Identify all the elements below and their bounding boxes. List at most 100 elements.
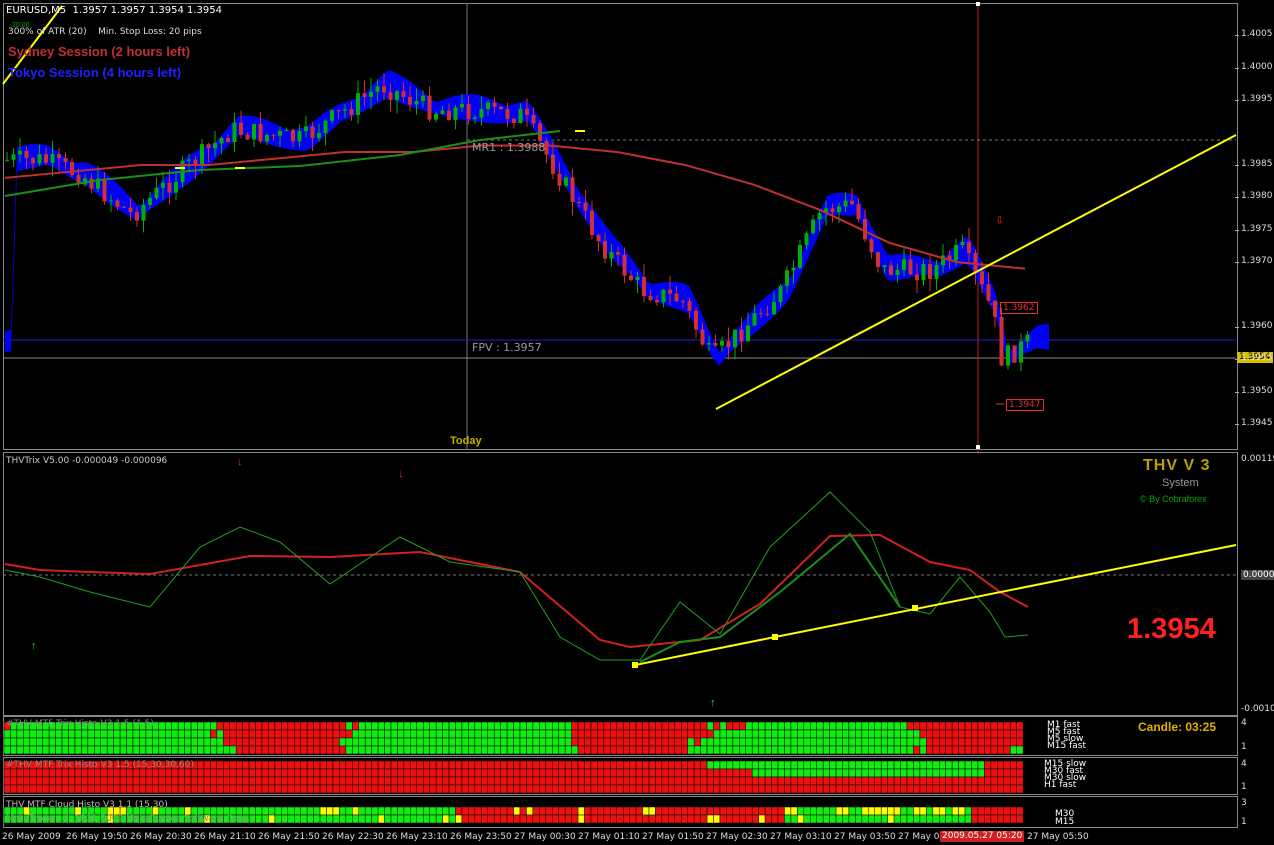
heatmap-cell (345, 729, 353, 739)
heatmap-cell (313, 737, 321, 747)
candle-body (999, 316, 1004, 366)
heatmap-cell (390, 768, 398, 778)
heatmap-cell (397, 768, 405, 778)
heatmap-cell (10, 745, 18, 755)
candle-body (11, 154, 16, 160)
heatmap-cell (764, 745, 772, 755)
heatmap-cell (797, 745, 805, 755)
heatmap-cell (668, 784, 676, 794)
candle-body (245, 134, 250, 140)
heatmap-cell (306, 760, 314, 770)
heatmap-cell (281, 768, 289, 778)
x-tick-label: 27 May 01:10 (578, 832, 640, 842)
heatmap-cell (687, 776, 695, 786)
heatmap-cell (42, 737, 50, 747)
main-chart-svg[interactable] (0, 0, 1274, 452)
y-tick-mark (1235, 262, 1239, 264)
heatmap-cell (519, 768, 527, 778)
heatmap-cell (281, 760, 289, 770)
heatmap-cell (139, 745, 147, 755)
heatmap-cell (822, 729, 830, 739)
heatmap-cell (855, 760, 863, 770)
heatmap-cell (545, 806, 553, 816)
heatmap-cell (771, 721, 779, 731)
heatmap-cell (242, 760, 250, 770)
heatmap-cell (377, 721, 385, 731)
heatmap-cell (739, 729, 746, 739)
heatmap-cell (23, 729, 31, 739)
heatmap-cell (706, 745, 714, 755)
heatmap-cell (526, 737, 534, 747)
heatmap-cell (797, 760, 805, 770)
heatmap-cell (513, 745, 521, 755)
heatmap-cell (880, 768, 888, 778)
heatmap-cell (803, 760, 811, 770)
heatmap-cell (887, 737, 895, 747)
heatmap-cell (616, 729, 624, 739)
heatmap-cell (229, 737, 237, 747)
heatmap-cell (977, 737, 985, 747)
candle-body (24, 150, 29, 159)
trix-fast-line (4, 491, 1029, 661)
heatmap-cell (493, 737, 501, 747)
heatmap-cell (461, 776, 469, 786)
heatmap-cell (190, 721, 198, 731)
heatmap-cell (500, 760, 508, 770)
heatmap-cell (861, 721, 869, 731)
heatmap-cell (493, 814, 501, 824)
heatmap-cell (190, 784, 198, 794)
heatmap-cell (558, 814, 566, 824)
x-tick-label: 27 May 03:50 (834, 832, 896, 842)
heatmap-cell (984, 737, 992, 747)
heatmap-cell (55, 784, 63, 794)
heatmap-cell (977, 776, 985, 786)
heatmap-cell (945, 806, 953, 816)
candle-body (804, 233, 809, 245)
heatmap-cell (603, 806, 611, 816)
heatmap-cell (577, 760, 585, 770)
heatmap-cell (829, 721, 837, 731)
heatmap-cell (597, 806, 605, 816)
candle-body (752, 313, 757, 326)
indicator-svg[interactable] (0, 452, 1274, 716)
heatmap-cell (300, 729, 308, 739)
heatmap-cell (913, 806, 921, 816)
heatmap-cell (713, 768, 721, 778)
heatmap-cell (519, 721, 527, 731)
heatmap-cell (603, 737, 611, 747)
heatmap-cell (152, 729, 160, 739)
heatmap-cell (474, 776, 482, 786)
heatmap-cell (590, 745, 598, 755)
candle-body (31, 158, 35, 164)
heatmap-cell (700, 729, 708, 739)
heatmap-cell (816, 721, 824, 731)
heatmap-cell (713, 745, 721, 755)
heatmap-cell (487, 737, 495, 747)
heatmap-cell (339, 737, 347, 747)
candle-timer: Candle: 03:25 (1138, 720, 1217, 734)
heatmap-cell (223, 784, 231, 794)
heatmap-cell (577, 784, 585, 794)
heatmap-cell (764, 721, 772, 731)
heatmap-cell (874, 776, 882, 786)
heatmap-cell (55, 737, 63, 747)
heatmap-cell (900, 745, 908, 755)
heatmap-cell (661, 814, 669, 824)
heatmap-cell (36, 737, 43, 747)
x-tick-label: 27 May 05:50 (1027, 832, 1089, 842)
heatmap-cell (474, 737, 482, 747)
candle-body (700, 329, 705, 345)
heatmap-cell (616, 768, 624, 778)
heatmap-cell (861, 729, 869, 739)
heatmap-cell (552, 806, 559, 816)
heatmap-cell (964, 737, 972, 747)
heatmap-cell (964, 814, 972, 824)
heatmap-cell (132, 784, 140, 794)
heatmap-cell (294, 814, 301, 824)
heatmap-cell (487, 814, 495, 824)
trix-signal-line (639, 532, 901, 663)
heatmap-cell (416, 737, 424, 747)
candle-body (889, 265, 893, 275)
heatmap-cell (371, 729, 379, 739)
heatmap-cell (790, 760, 798, 770)
